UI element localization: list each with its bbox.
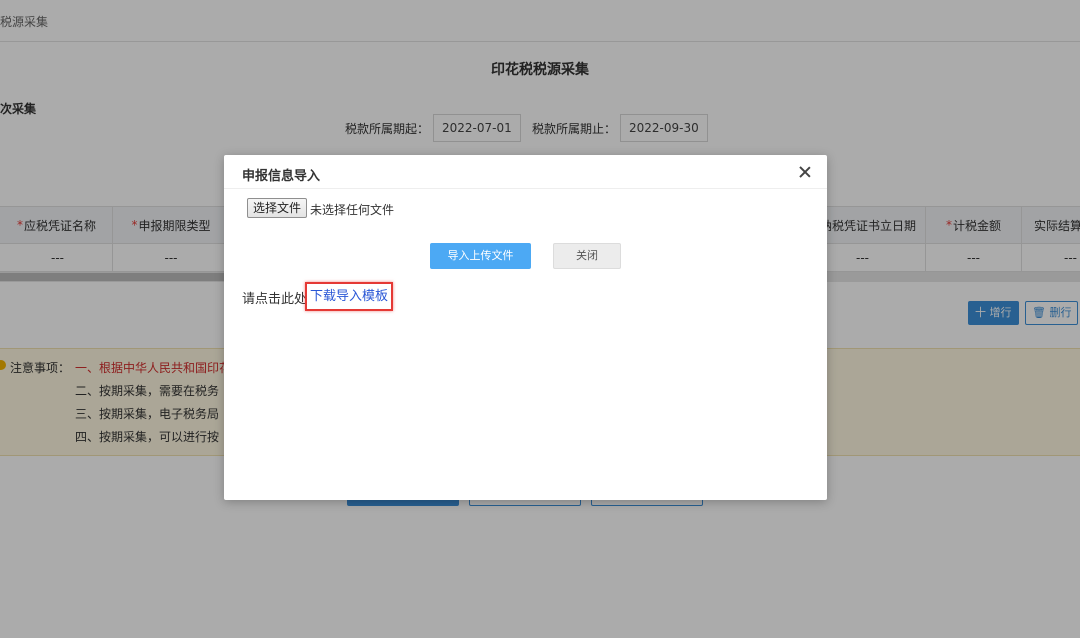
dialog-header: 申报信息导入 — [224, 155, 827, 189]
upload-button[interactable]: 导入上传文件 — [430, 243, 531, 269]
close-icon[interactable] — [797, 164, 813, 180]
close-button[interactable]: 关闭 — [553, 243, 621, 269]
choose-file-button[interactable]: 选择文件 — [247, 198, 308, 218]
file-status-text: 未选择任何文件 — [310, 203, 395, 217]
download-template-link[interactable]: 下载导入模板 — [305, 282, 394, 311]
download-hint-text: 请点击此处 — [242, 292, 308, 307]
dialog-title: 申报信息导入 — [242, 169, 321, 184]
import-dialog: 申报信息导入 选择文件 未选择任何文件 导入上传文件 关闭 请点击此处 下载导入… — [224, 155, 827, 500]
